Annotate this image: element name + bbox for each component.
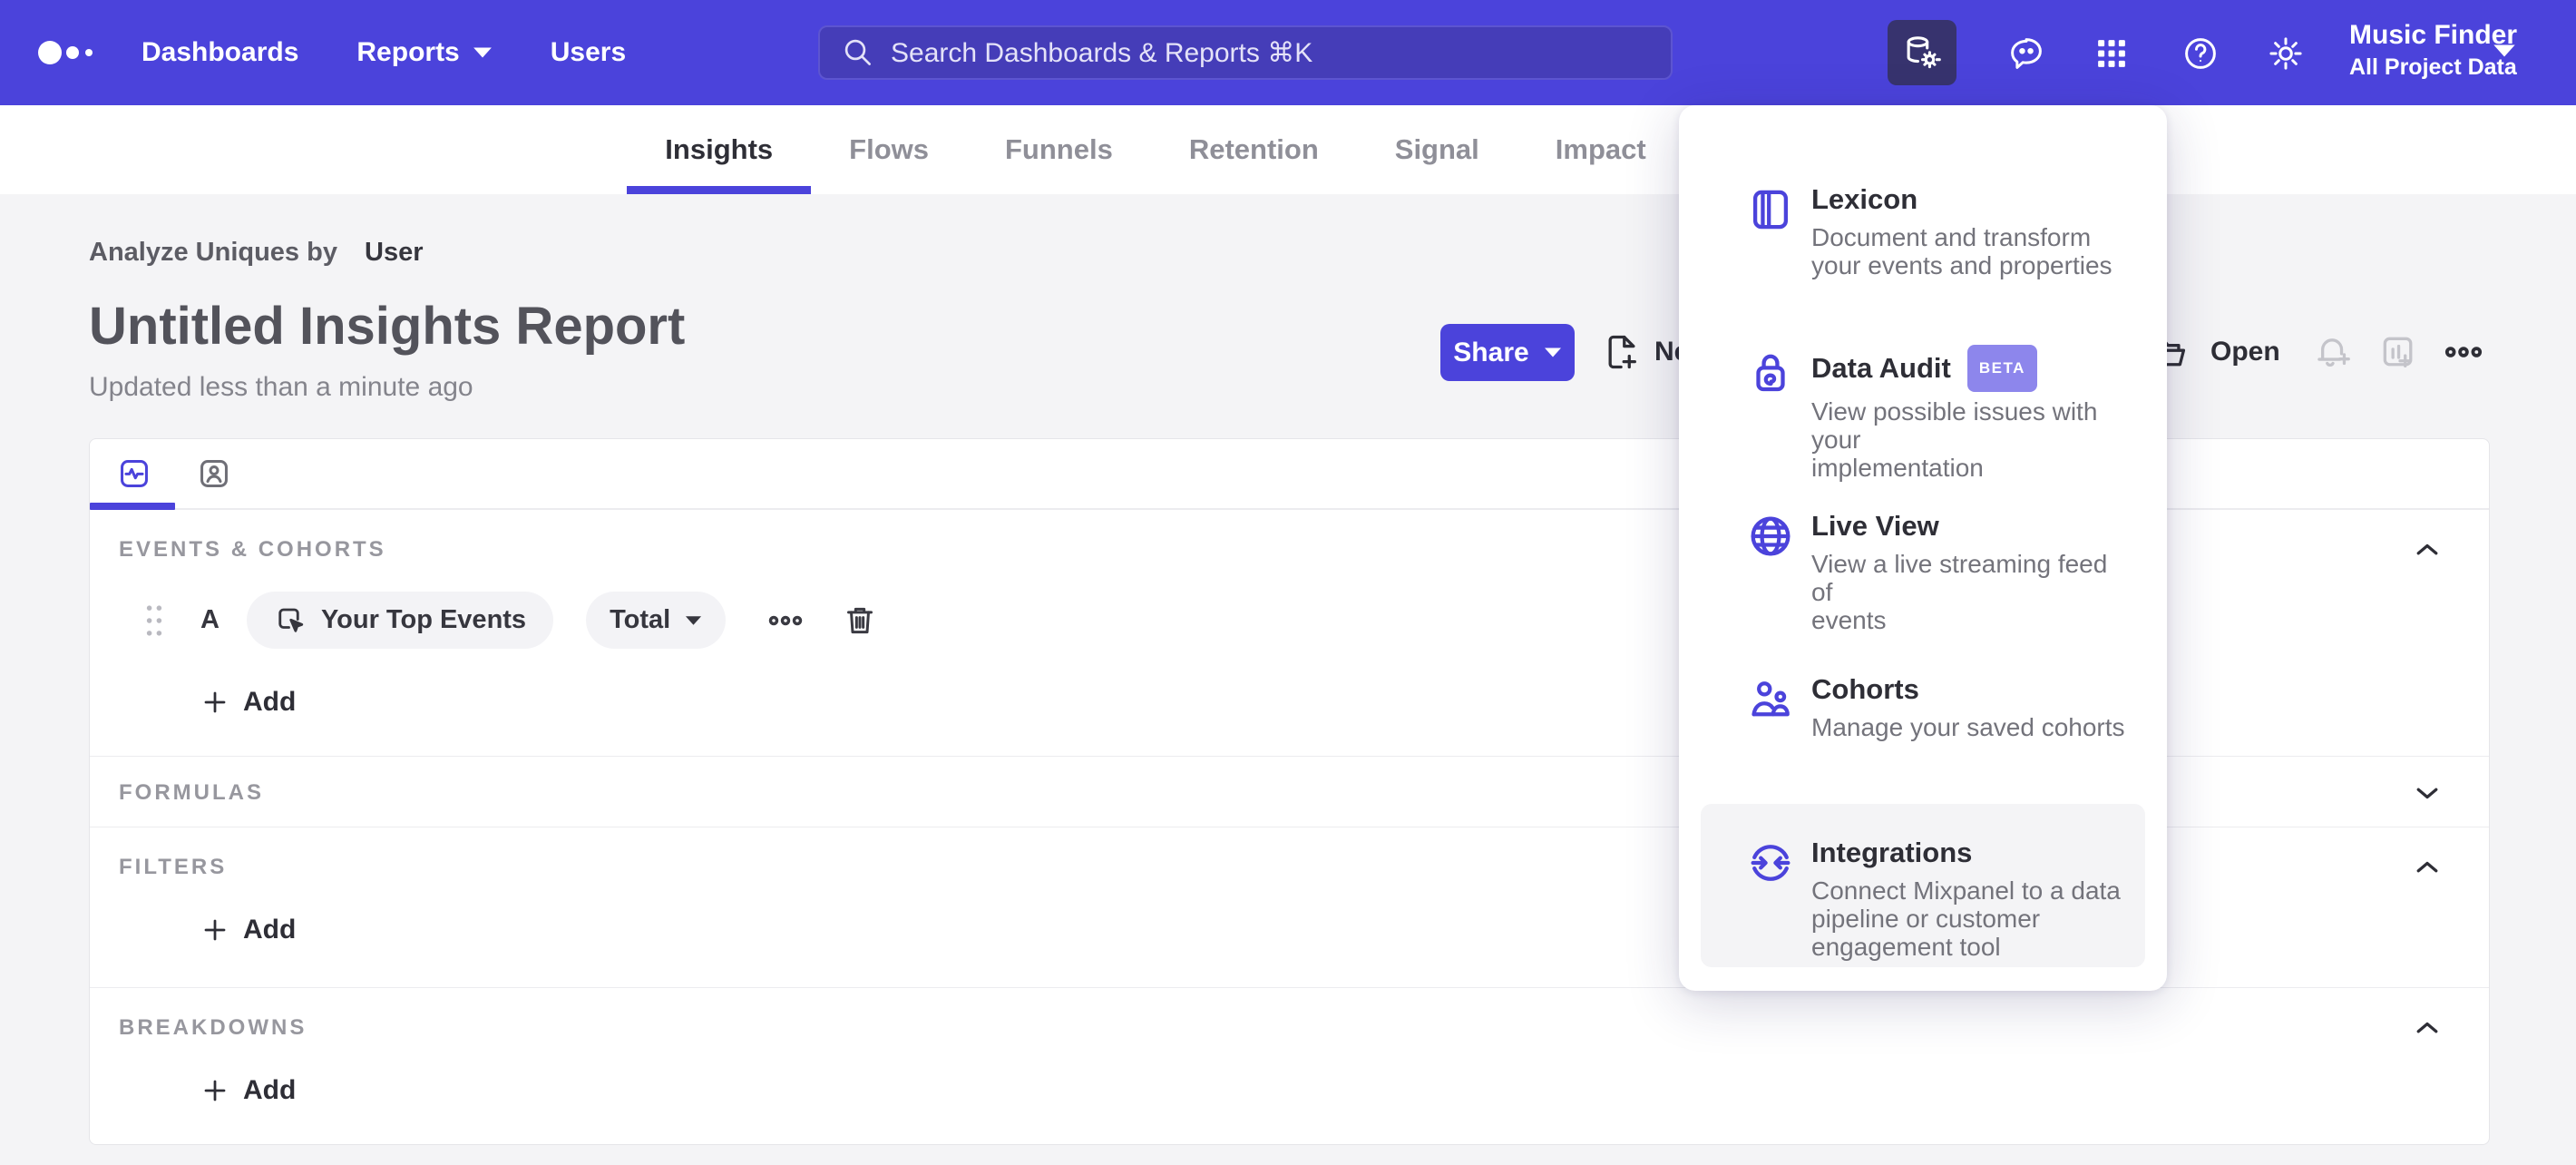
section-label: BREAKDOWNS xyxy=(119,1015,307,1040)
integrations-sync-icon xyxy=(1751,845,1791,881)
menu-item-title: Data Audit BETA xyxy=(1811,345,2127,392)
delete-event-icon[interactable] xyxy=(842,602,878,639)
section-label: EVENTS & COHORTS xyxy=(119,537,386,562)
tab-funnels[interactable]: Funnels xyxy=(967,105,1151,194)
menu-item-title: Live View xyxy=(1811,510,1939,542)
share-label: Share xyxy=(1453,337,1529,367)
nav-item-label: Dashboards xyxy=(141,37,299,67)
section-label: FORMULAS xyxy=(119,780,264,805)
updated-timestamp: Updated less than a minute ago xyxy=(89,372,473,402)
add-filter-button[interactable]: Add xyxy=(201,915,296,945)
help-icon[interactable] xyxy=(2181,34,2220,73)
caret-down-icon xyxy=(686,615,702,625)
nav-item-label: Users xyxy=(550,37,627,67)
more-options-icon[interactable] xyxy=(2444,332,2483,372)
tab-signal[interactable]: Signal xyxy=(1357,105,1517,194)
tab-impact[interactable]: Impact xyxy=(1517,105,1684,194)
menu-item-description: Manage your saved cohorts xyxy=(1811,713,2125,741)
tab-insights[interactable]: Insights xyxy=(627,105,812,194)
open-report-label[interactable]: Open xyxy=(2210,337,2280,367)
menu-item-lexicon[interactable]: Lexicon Document and transform your even… xyxy=(1701,151,2145,314)
menu-item-live-view[interactable]: Live View View a live streaming feed of … xyxy=(1701,477,2145,641)
chevron-up-icon[interactable] xyxy=(2411,851,2444,884)
add-alert-bell-icon[interactable] xyxy=(2313,332,2353,372)
menu-item-title: Lexicon xyxy=(1811,183,1918,215)
top-nav: Dashboards Reports Users Search Dashboar… xyxy=(0,0,2576,105)
mixpanel-logo[interactable] xyxy=(38,40,102,65)
feedback-icon[interactable] xyxy=(2007,34,2045,73)
section-breakdowns: BREAKDOWNS Add xyxy=(90,987,2489,1145)
event-selector[interactable]: Your Top Events xyxy=(246,592,554,649)
event-picker-icon xyxy=(278,608,304,632)
search-placeholder: Search Dashboards & Reports ⌘K xyxy=(891,37,1313,68)
data-audit-lock-icon xyxy=(1756,354,1785,392)
menu-item-data-audit[interactable]: Data Audit BETA View possible issues wit… xyxy=(1701,314,2145,482)
active-tab-underline xyxy=(90,503,175,510)
data-management-button[interactable] xyxy=(1888,20,1956,85)
aggregation-selector[interactable]: Total xyxy=(586,592,727,649)
menu-item-cohorts[interactable]: Cohorts Manage your saved cohorts xyxy=(1701,641,2145,804)
add-event-button[interactable]: Add xyxy=(201,687,296,718)
context-label: Analyze Uniques by xyxy=(89,238,337,267)
data-management-menu: Lexicon Document and transform your even… xyxy=(1679,105,2167,991)
chevron-down-icon[interactable] xyxy=(2411,777,2444,809)
section-label: FILTERS xyxy=(119,855,228,879)
nav-item-label: Reports xyxy=(356,37,460,67)
tab-flows[interactable]: Flows xyxy=(811,105,967,194)
tab-retention[interactable]: Retention xyxy=(1151,105,1357,194)
settings-gear-icon[interactable] xyxy=(2267,34,2305,73)
context-value-user[interactable]: User xyxy=(365,238,424,267)
live-view-globe-icon xyxy=(1751,516,1791,556)
plus-icon xyxy=(204,919,226,941)
chevron-up-icon[interactable] xyxy=(2411,534,2444,566)
mixpanel-app: Dashboards Reports Users Search Dashboar… xyxy=(0,0,2576,1165)
data-management-icon xyxy=(1907,36,1941,69)
add-label: Add xyxy=(243,1075,297,1105)
nav-item-users[interactable]: Users xyxy=(551,37,626,68)
menu-item-description: Document and transform your events and p… xyxy=(1811,223,2113,279)
plus-icon xyxy=(204,691,226,713)
chevron-up-icon[interactable] xyxy=(2411,1012,2444,1044)
apps-grid-icon[interactable] xyxy=(2093,34,2131,73)
aggregation-value: Total xyxy=(610,605,671,634)
search-icon xyxy=(844,39,871,65)
menu-item-integrations[interactable]: Integrations Connect Mixpanel to a data … xyxy=(1701,804,2145,967)
add-to-board-icon[interactable] xyxy=(2378,332,2418,372)
caret-down-icon xyxy=(1544,348,1561,357)
add-label: Add xyxy=(243,915,297,945)
lexicon-icon xyxy=(1752,190,1789,230)
event-name: Your Top Events xyxy=(320,605,527,634)
menu-item-description: View possible issues with your implement… xyxy=(1811,397,2098,482)
nav-item-dashboards[interactable]: Dashboards xyxy=(141,37,298,68)
plus-icon xyxy=(204,1080,226,1101)
profiles-view-tab-icon[interactable] xyxy=(197,456,231,491)
report-title[interactable]: Untitled Insights Report xyxy=(89,296,685,357)
nav-links: Dashboards Reports Users xyxy=(141,0,626,105)
menu-item-description: Connect Mixpanel to a data pipeline or c… xyxy=(1811,876,2121,961)
global-search-input[interactable]: Search Dashboards & Reports ⌘K xyxy=(818,25,1673,80)
new-report-icon[interactable] xyxy=(1602,332,1642,372)
event-more-options-icon[interactable] xyxy=(767,602,804,639)
menu-item-title: Integrations xyxy=(1811,837,1973,868)
drag-handle-icon[interactable] xyxy=(142,602,166,639)
events-view-tab-icon[interactable] xyxy=(117,456,151,491)
nav-item-reports[interactable]: Reports xyxy=(356,37,492,68)
menu-item-description: View a live streaming feed of events xyxy=(1811,550,2108,634)
report-tabs: Insights Flows Funnels Retention Signal … xyxy=(627,105,1683,194)
add-breakdown-button[interactable]: Add xyxy=(201,1075,296,1106)
report-tabbar: Insights Flows Funnels Retention Signal … xyxy=(0,105,2576,194)
caret-down-icon[interactable] xyxy=(2493,44,2516,58)
menu-item-title: Cohorts xyxy=(1811,673,1919,705)
beta-badge: BETA xyxy=(1966,345,2037,392)
cohorts-people-icon xyxy=(1751,681,1790,717)
caret-down-icon xyxy=(473,47,492,58)
series-letter: A xyxy=(200,605,220,634)
share-button[interactable]: Share xyxy=(1440,324,1575,381)
add-label: Add xyxy=(243,687,297,717)
analysis-context: Analyze Uniques by User xyxy=(89,238,424,268)
